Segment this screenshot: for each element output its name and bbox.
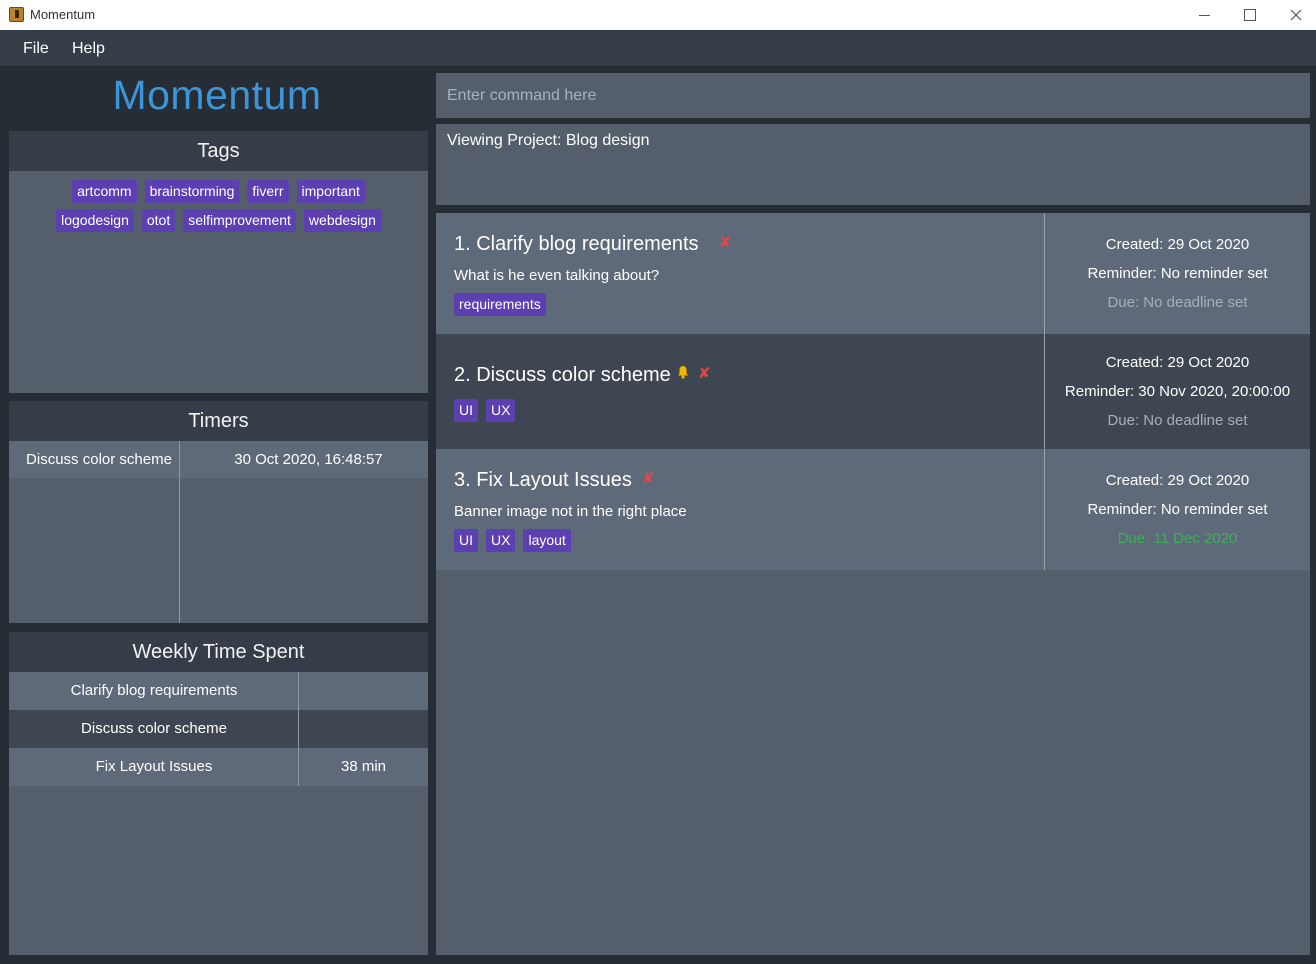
tag-chip[interactable]: artcomm	[72, 180, 137, 203]
task-due: Due: No deadline set	[1107, 412, 1248, 429]
tags-list: artcomm brainstorming fiverr important l…	[9, 171, 428, 238]
timers-panel-header: Timers	[9, 401, 428, 441]
weekly-task-time: 38 min	[340, 758, 387, 775]
tag-chip: requirements	[454, 293, 546, 316]
tag-chip[interactable]: otot	[141, 209, 176, 232]
task-tags: requirements	[454, 293, 554, 316]
task-created: Created: 29 Oct 2020	[1105, 354, 1250, 371]
tag-chip: UI	[454, 529, 478, 552]
result-text: Viewing Project: Blog design	[447, 132, 650, 149]
app-icon	[9, 7, 24, 22]
tags-panel-header: Tags	[9, 131, 428, 171]
tag-chip[interactable]: logodesign	[56, 209, 134, 232]
weekly-task-name: Fix Layout Issues	[95, 758, 213, 775]
task-created: Created: 29 Oct 2020	[1105, 236, 1250, 253]
command-input[interactable]	[436, 73, 1310, 118]
task-tags: UI UX	[454, 399, 523, 422]
task-due: Due: 11 Dec 2020	[1117, 530, 1238, 547]
column-divider	[179, 441, 180, 623]
tag-chip[interactable]: webdesign	[303, 209, 381, 232]
window-titlebar: Momentum	[0, 0, 1316, 30]
weekly-panel-header: Weekly Time Spent	[9, 632, 428, 672]
tag-chip: UX	[486, 529, 516, 552]
tag-chip: layout	[523, 529, 571, 552]
tag-chip[interactable]: fiverr	[247, 180, 289, 203]
task-reminder: Reminder: No reminder set	[1087, 501, 1268, 518]
tag-chip[interactable]: important	[296, 180, 365, 203]
list-item[interactable]: 3. Fix Layout Issues ✘ Banner image not …	[436, 449, 1310, 570]
close-icon	[1290, 9, 1302, 21]
task-title: 3. Fix Layout Issues	[454, 469, 632, 491]
minimize-button[interactable]	[1181, 0, 1227, 30]
task-due: Due: No deadline set	[1107, 294, 1248, 311]
window-bottom-edge	[0, 955, 1316, 964]
task-tags: UI UX layout	[454, 529, 579, 552]
sidebar: Momentum Tags artcomm brainstorming five…	[0, 68, 434, 964]
delete-icon[interactable]: ✘	[698, 364, 711, 382]
tag-chip: UX	[486, 399, 516, 422]
weekly-task-name: Clarify blog requirements	[70, 682, 238, 699]
task-title: 2. Discuss color scheme	[454, 364, 671, 386]
menu-file[interactable]: File	[23, 40, 49, 58]
task-reminder: Reminder: 30 Nov 2020, 20:00:00	[1064, 383, 1291, 400]
list-item[interactable]: 1. Clarify blog requirements ✘ What is h…	[436, 213, 1310, 334]
weekly-task-time	[299, 710, 428, 748]
table-row[interactable]: Clarify blog requirements	[9, 672, 428, 710]
table-row[interactable]: Discuss color scheme 30 Oct 2020, 16:48:…	[9, 441, 428, 478]
task-description: What is he even talking about?	[454, 267, 660, 284]
delete-icon[interactable]: ✘	[642, 469, 655, 487]
window-title: Momentum	[30, 7, 96, 22]
maximize-button[interactable]	[1227, 0, 1273, 30]
tag-chip[interactable]: brainstorming	[144, 180, 240, 203]
tags-panel: Tags artcomm brainstorming fiverr import…	[9, 131, 428, 393]
weekly-task-name: Discuss color scheme	[81, 720, 227, 737]
result-display: Viewing Project: Blog design	[436, 124, 1310, 205]
timers-panel: Timers Discuss color scheme 30 Oct 2020,…	[9, 401, 428, 623]
app-brand-title: Momentum	[112, 72, 322, 118]
task-created: Created: 29 Oct 2020	[1105, 472, 1250, 489]
menu-help[interactable]: Help	[72, 40, 105, 58]
table-row[interactable]: Fix Layout Issues 38 min	[9, 748, 428, 786]
tag-chip[interactable]: selfimprovement	[183, 209, 296, 232]
task-reminder: Reminder: No reminder set	[1087, 265, 1268, 282]
timer-start-time: 30 Oct 2020, 16:48:57	[234, 451, 383, 468]
task-title: 1. Clarify blog requirements	[454, 233, 699, 255]
tag-chip: UI	[454, 399, 478, 422]
timer-name: Discuss color scheme	[26, 451, 172, 468]
task-list: 1. Clarify blog requirements ✘ What is h…	[436, 213, 1310, 955]
table-row[interactable]: Discuss color scheme	[9, 710, 428, 748]
bell-icon	[678, 366, 688, 379]
column-divider	[298, 672, 299, 786]
list-item[interactable]: 2. Discuss color scheme ✘ UI UX Created:…	[436, 334, 1310, 449]
task-description: Banner image not in the right place	[454, 503, 687, 520]
close-button[interactable]	[1273, 0, 1316, 30]
delete-icon[interactable]: ✘	[719, 233, 732, 251]
weekly-time-panel: Weekly Time Spent Clarify blog requireme…	[9, 632, 428, 955]
menu-bar: File Help	[0, 30, 1316, 67]
weekly-task-time	[299, 672, 428, 710]
